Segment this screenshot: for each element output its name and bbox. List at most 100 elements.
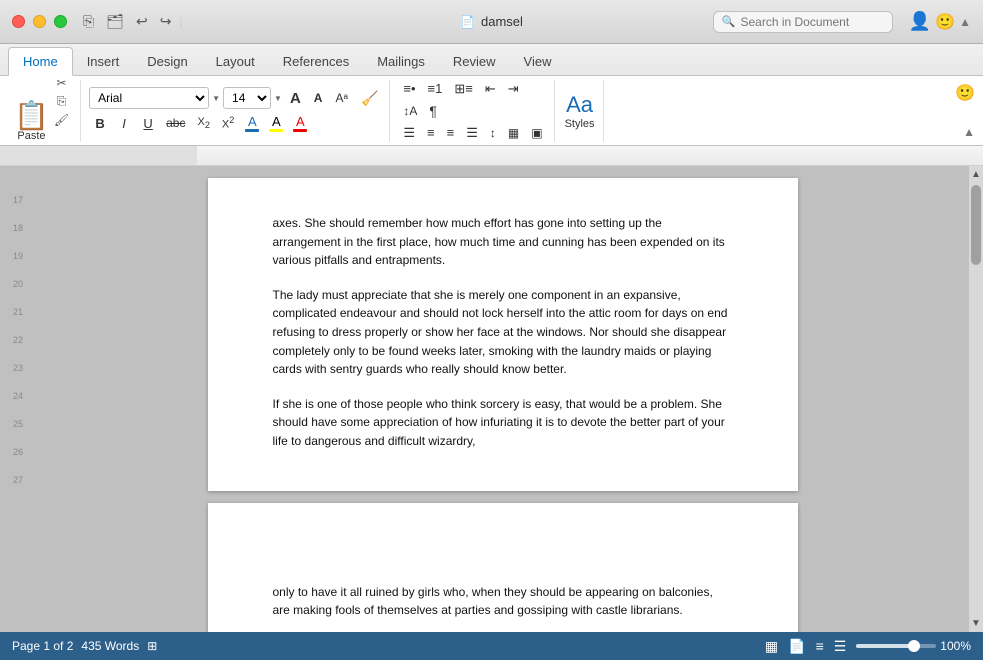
zoom-slider-area[interactable]: 100% (856, 639, 971, 653)
clipboard-icon-btn[interactable]: ⎘ (79, 11, 98, 32)
ribbon-collapse-button[interactable]: ▲ (959, 15, 971, 29)
redo-icon-btn[interactable]: ↪ (156, 11, 176, 32)
cut-button[interactable]: ✂ (51, 75, 72, 91)
minimize-button[interactable] (33, 15, 46, 28)
copy-button[interactable]: ⎘ (51, 93, 72, 110)
strikethrough-button[interactable]: abc (161, 114, 190, 132)
zoom-percent: 100% (940, 639, 971, 653)
tab-review[interactable]: Review (439, 48, 510, 75)
margin-num-26: 26 (13, 438, 23, 466)
undo-icon-btn[interactable]: ↩ (132, 11, 152, 32)
search-input[interactable] (740, 15, 870, 29)
margin-num-23: 23 (13, 354, 23, 382)
text-color-bar (293, 129, 307, 132)
ribbon-toolbar: 📋 Paste ✂ ⎘ 🖌 Arial ▼ 14 ▼ A A Aᵃ 🧹 B I (0, 76, 983, 146)
clear-formatting-button[interactable]: 🧹 (356, 88, 383, 109)
numbered-list-button[interactable]: ≡1 (423, 79, 448, 98)
styles-button[interactable]: Aa Styles (565, 92, 595, 130)
word-count: 435 Words (81, 639, 139, 653)
document-view-button[interactable]: 📄 (788, 638, 805, 655)
margin-num-20: 20 (13, 270, 23, 298)
close-button[interactable] (12, 15, 25, 28)
highlight-bar (269, 129, 283, 132)
folder-icon-btn[interactable]: 🗂 (102, 11, 128, 32)
zoom-handle[interactable] (908, 640, 920, 652)
tab-insert[interactable]: Insert (73, 48, 134, 75)
tab-view[interactable]: View (510, 48, 566, 75)
doc-title-area: 📄 damsel (460, 14, 523, 29)
superscript-button[interactable]: X2 (217, 113, 239, 133)
format-painter-button[interactable]: 🖌 (51, 112, 72, 128)
word-count-icon-button[interactable]: ⊞ (147, 639, 157, 653)
ruler: -2 -1 | 1 2 3 4 5 6 7 8 9 10 11 12 13 14… (0, 146, 983, 166)
tab-design[interactable]: Design (133, 48, 201, 75)
left-margin-bar: 17 18 19 20 21 22 23 24 25 26 27 (0, 166, 36, 632)
zoom-track[interactable] (856, 644, 936, 648)
scroll-down-button[interactable]: ▼ (968, 615, 983, 632)
maximize-button[interactable] (54, 15, 67, 28)
margin-num-21: 21 (13, 298, 23, 326)
line-spacing-button[interactable]: ↕ (485, 124, 501, 142)
font-size-select[interactable]: 14 (223, 87, 271, 109)
emoji-feedback-button[interactable]: 🙂 (935, 12, 955, 32)
layout-view-button[interactable]: ▦ (765, 638, 778, 655)
scroll-thumb[interactable] (971, 185, 981, 265)
font-color-button[interactable]: A (241, 112, 263, 134)
highlight-color-button[interactable]: A (265, 112, 287, 134)
tab-mailings[interactable]: Mailings (363, 48, 439, 75)
emoji-toolbar-button[interactable]: 🙂 (955, 83, 975, 103)
margin-num-24: 24 (13, 382, 23, 410)
increase-indent-button[interactable]: ⇥ (503, 79, 524, 99)
user-icon-button[interactable]: 👤 (909, 11, 931, 32)
text-color-a: A (296, 114, 305, 129)
para-row2: ↕A ¶ (398, 101, 442, 121)
text-color-button[interactable]: A (289, 112, 311, 134)
show-para-marks-button[interactable]: ¶ (424, 101, 442, 121)
document-scroll-area[interactable]: axes. She should remember how much effor… (36, 166, 969, 632)
font-size-decrease-button[interactable]: A (309, 89, 328, 107)
multi-level-list-button[interactable]: ⊞≡ (449, 79, 477, 99)
styles-icon: Aa (566, 92, 593, 118)
tab-home[interactable]: Home (8, 47, 73, 76)
outline-view-button[interactable]: ≡ (816, 638, 824, 654)
print-layout-button[interactable]: ☰ (834, 638, 847, 655)
underline-button[interactable]: U (137, 114, 159, 133)
align-right-button[interactable]: ≡ (442, 123, 460, 142)
zoom-fill (856, 644, 914, 648)
scroll-up-button[interactable]: ▲ (968, 166, 983, 183)
subscript-button[interactable]: X2 (192, 114, 214, 132)
toolbar-divider: | (179, 15, 182, 29)
styles-group: Aa Styles (557, 80, 604, 142)
paragraph-group: ≡• ≡1 ⊞≡ ⇤ ⇥ ↕A ¶ ☰ ≡ ≡ ☰ ↕ ▦ ▣ (392, 80, 554, 142)
tab-layout[interactable]: Layout (202, 48, 269, 75)
bullets-button[interactable]: ≡• (398, 79, 420, 98)
font-size-increase-button[interactable]: A (285, 88, 306, 109)
align-center-button[interactable]: ≡ (422, 123, 440, 142)
sort-button[interactable]: ↕A (398, 102, 422, 120)
italic-button[interactable]: I (113, 114, 135, 133)
paste-sub-buttons: ✂ ⎘ 🖌 (51, 75, 72, 128)
vertical-scrollbar[interactable]: ▲ ▼ (969, 166, 983, 632)
search-bar[interactable]: 🔍 (713, 11, 893, 33)
main-area: 17 18 19 20 21 22 23 24 25 26 27 axes. S… (0, 166, 983, 632)
size-dropdown-arrow: ▼ (274, 94, 282, 103)
decrease-indent-button[interactable]: ⇤ (480, 79, 501, 99)
paste-group: 📋 Paste ✂ ⎘ 🖌 (8, 80, 81, 142)
change-case-button[interactable]: Aᵃ (330, 89, 352, 107)
justify-button[interactable]: ☰ (461, 123, 483, 143)
paste-button[interactable]: 📋 Paste (14, 102, 49, 142)
para-row1: ≡• ≡1 ⊞≡ ⇤ ⇥ (398, 79, 523, 99)
bold-button[interactable]: B (89, 114, 111, 133)
collapse-ribbon-button[interactable]: ▲ (963, 125, 975, 139)
ruler-left-margin (0, 146, 197, 165)
font-row1: Arial ▼ 14 ▼ A A Aᵃ 🧹 (89, 87, 383, 109)
para-row3: ☰ ≡ ≡ ☰ ↕ ▦ ▣ (398, 123, 547, 143)
status-bar: Page 1 of 2 435 Words ⊞ ▦ 📄 ≡ ☰ 100% (0, 632, 983, 660)
align-left-button[interactable]: ☰ (398, 123, 420, 143)
borders-button[interactable]: ▣ (526, 124, 547, 142)
shading-button[interactable]: ▦ (503, 124, 524, 142)
margin-num-19: 19 (13, 242, 23, 270)
font-name-select[interactable]: Arial (89, 87, 209, 109)
tab-references[interactable]: References (269, 48, 363, 75)
margin-num-17: 17 (13, 186, 23, 214)
